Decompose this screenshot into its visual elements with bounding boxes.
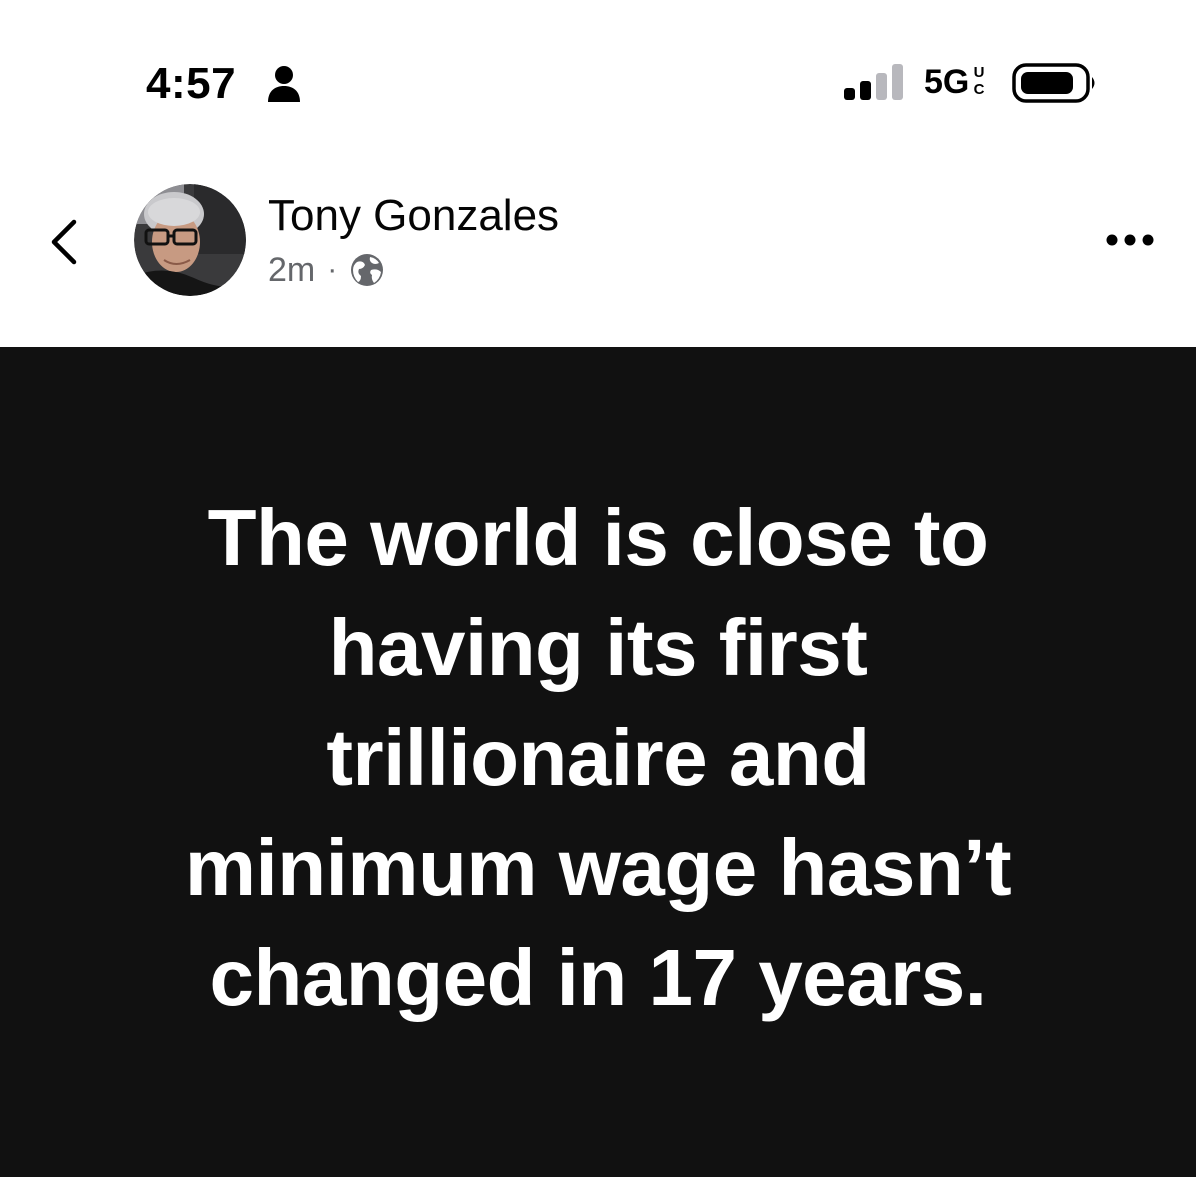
post-meta: 2m ·	[268, 248, 385, 292]
post-text-line-5: changed in 17 years.	[209, 933, 987, 1022]
avatar[interactable]	[134, 184, 246, 296]
screen: 4:57 5G U C Tony Gonzales 2m · The world…	[0, 0, 1196, 1200]
author-name[interactable]: Tony Gonzales	[268, 190, 559, 242]
globe-icon	[351, 254, 384, 286]
cellular-signal-icon	[844, 64, 903, 100]
post-text-line-2: having its first	[328, 603, 868, 692]
signal-bar	[892, 64, 903, 100]
post-header: Tony Gonzales 2m ·	[0, 170, 1196, 340]
network-badge-u: U	[973, 64, 985, 81]
battery-icon	[1012, 63, 1095, 103]
post-text: The world is close to having its first t…	[60, 483, 1136, 1033]
post-text-line-4: minimum wage hasn’t	[184, 823, 1012, 912]
status-bar: 4:57 5G U C	[0, 0, 1196, 140]
network-label: 5G	[924, 63, 970, 101]
network-uc-badge: U C	[970, 64, 988, 98]
chevron-left-icon	[51, 219, 77, 265]
network-badge-c: C	[973, 81, 985, 98]
post-text-line-3: trillionaire and	[326, 713, 870, 802]
more-horizontal-icon	[1106, 234, 1154, 246]
bottom-divider	[0, 1177, 1196, 1200]
post-image[interactable]: The world is close to having its first t…	[0, 347, 1196, 1177]
person-icon	[268, 66, 300, 102]
signal-bar	[860, 81, 871, 100]
post-time[interactable]: 2m	[268, 250, 315, 290]
post-text-line-1: The world is close to	[207, 493, 989, 582]
status-time: 4:57	[146, 59, 237, 108]
meta-separator: ·	[327, 253, 338, 286]
more-options-button[interactable]	[1098, 222, 1162, 258]
signal-bar	[844, 88, 855, 100]
back-button[interactable]	[40, 210, 88, 274]
signal-bar	[876, 73, 887, 100]
